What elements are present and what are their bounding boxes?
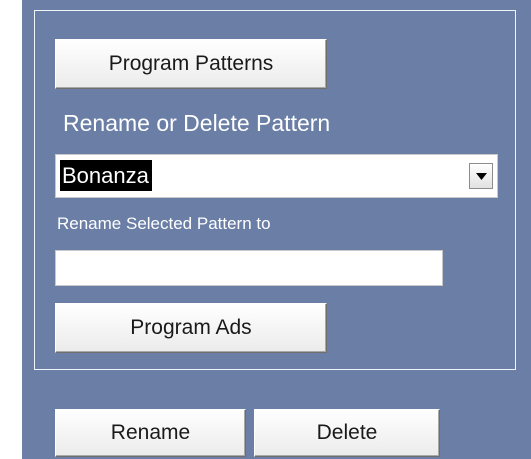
delete-button[interactable]: Delete: [254, 409, 440, 457]
rename-selected-pattern-label: Rename Selected Pattern to: [57, 214, 271, 233]
rename-button[interactable]: Rename: [55, 409, 246, 457]
selected-pattern-value: Bonanza: [60, 160, 152, 191]
dropdown-button[interactable]: [469, 163, 493, 189]
pattern-select[interactable]: Bonanza: [55, 154, 498, 198]
program-ads-button[interactable]: Program Ads: [55, 303, 327, 353]
rename-input[interactable]: [55, 250, 443, 286]
triangle-down-icon: [475, 172, 487, 180]
rename-or-delete-heading: Rename or Delete Pattern: [63, 110, 331, 136]
program-patterns-button[interactable]: Program Patterns: [55, 39, 327, 89]
